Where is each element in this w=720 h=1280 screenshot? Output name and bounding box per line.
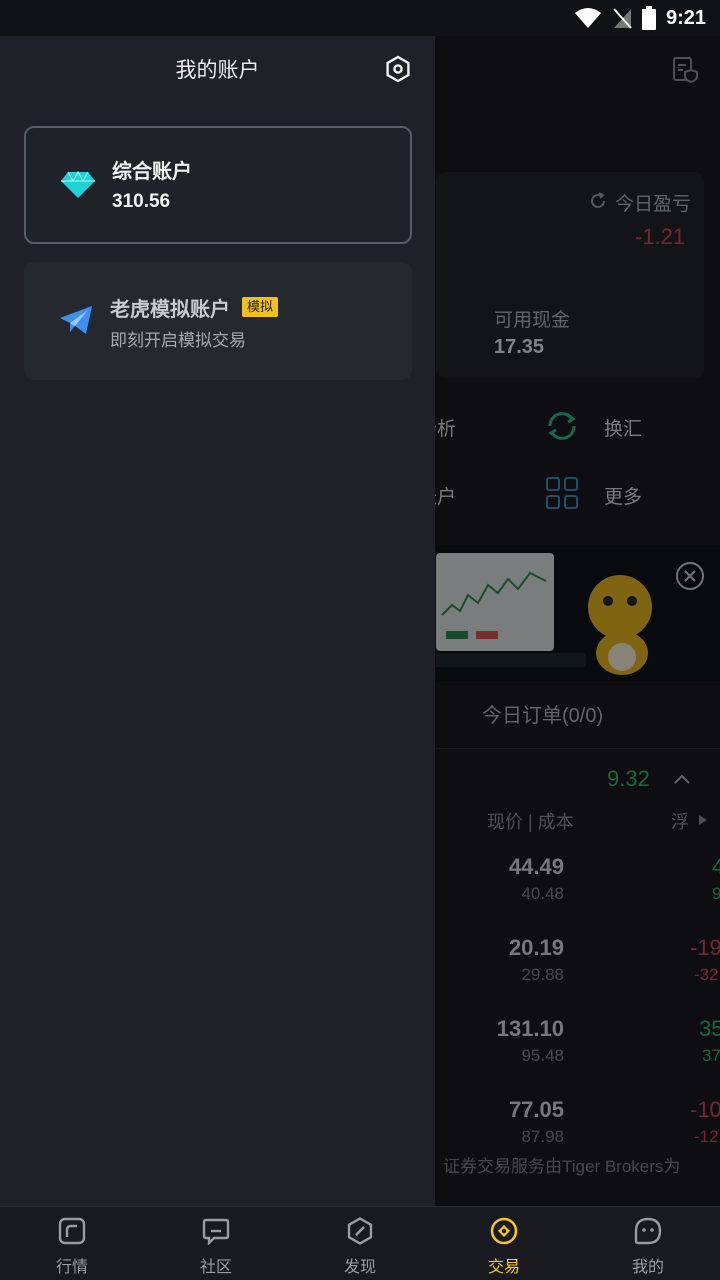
diamond-icon (61, 170, 95, 198)
account-name: 综合账户 (112, 161, 192, 183)
clock: 9:21 (665, 6, 706, 29)
account-card-simulated[interactable]: 老虎模拟账户 模拟 即刻开启模拟交易 (24, 262, 412, 380)
account-value: 310.56 (112, 191, 171, 212)
tab-market[interactable]: 行情 (0, 1207, 144, 1280)
wifi-icon (574, 8, 601, 28)
account-drawer: 我的账户 综合账户 310.56 老虎模拟账户 模拟 即刻开启模拟交易 (0, 36, 435, 1206)
status-bar: 9:21 (0, 0, 720, 36)
trade-icon (490, 1217, 518, 1245)
tab-label: 交易 (487, 1259, 520, 1276)
settings-hex-icon[interactable] (384, 55, 412, 83)
account-subtitle: 即刻开启模拟交易 (110, 331, 246, 350)
tab-discover[interactable]: 发现 (288, 1207, 432, 1280)
market-icon (58, 1217, 86, 1245)
tab-label: 我的 (631, 1259, 664, 1276)
no-signal-icon (613, 8, 632, 29)
simulated-badge: 模拟 (242, 297, 279, 317)
tab-me[interactable]: 我的 (576, 1207, 720, 1280)
profile-icon (634, 1217, 662, 1245)
discover-icon (347, 1217, 373, 1245)
battery-icon (641, 6, 656, 30)
community-icon (202, 1218, 230, 1245)
account-card-integrated[interactable]: 综合账户 310.56 (24, 126, 412, 244)
tab-label: 社区 (199, 1259, 232, 1276)
bottom-tab-bar: 行情 社区 发现 交易 我的 (0, 1206, 720, 1280)
tab-community[interactable]: 社区 (144, 1207, 288, 1280)
tab-trade[interactable]: 交易 (432, 1207, 576, 1280)
drawer-title: 我的账户 (175, 59, 260, 82)
tab-label: 发现 (343, 1259, 376, 1276)
account-name: 老虎模拟账户 (110, 299, 230, 321)
paper-plane-icon (60, 306, 92, 334)
tab-label: 行情 (55, 1259, 88, 1276)
